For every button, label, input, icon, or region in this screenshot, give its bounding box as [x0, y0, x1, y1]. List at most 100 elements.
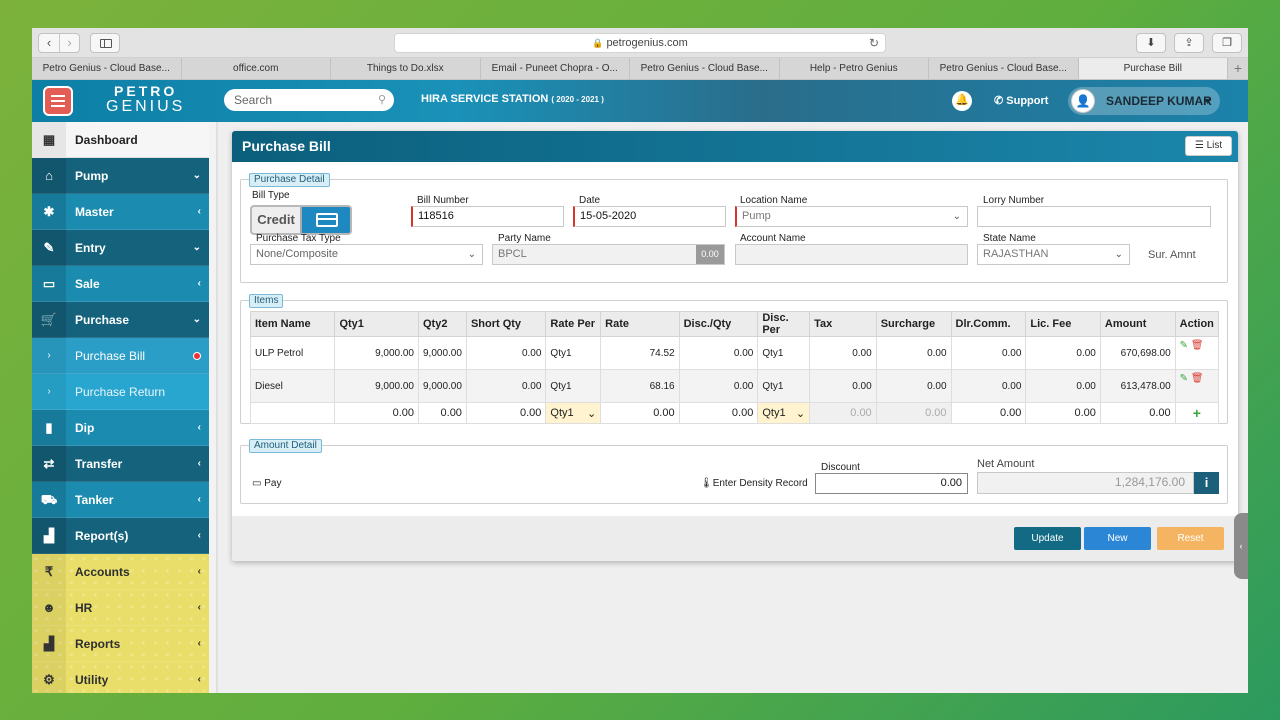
sidebar-item-tanker[interactable]: ⛟ Tanker ‹	[32, 482, 209, 518]
entry-input[interactable]: 0.00	[600, 402, 680, 424]
browser-tab[interactable]: Help - Petro Genius	[780, 58, 929, 79]
sidebar-toggle-icon[interactable]	[90, 33, 120, 53]
asterisk-icon: ✱	[32, 194, 66, 230]
table-cell: 613,478.00	[1099, 369, 1176, 403]
entry-input[interactable]: 0.00	[1025, 402, 1101, 424]
chevron-down-icon: ⌄	[192, 314, 201, 325]
add-icon[interactable]: +	[1193, 405, 1201, 421]
sidebar-item-dashboard[interactable]: ▦ Dashboard	[32, 122, 209, 158]
party-name-input[interactable]: BPCL 0.00	[492, 244, 725, 265]
sur-amnt-label: Sur. Amnt	[1148, 249, 1196, 261]
sidebar-item-label: Purchase Bill	[75, 349, 146, 363]
sidebar-item-utility[interactable]: ⚙ Utility ‹	[32, 662, 209, 693]
table-cell: 0.00	[809, 369, 877, 403]
table-cell: 0.00	[809, 336, 877, 370]
share-icon[interactable]: ⇪	[1174, 33, 1204, 53]
sidebar-item-label: Entry	[75, 241, 106, 255]
unit-select[interactable]: Qty1 ⌄	[757, 402, 811, 424]
sidebar-item-entry[interactable]: ✎ Entry ⌄	[32, 230, 209, 266]
column-header: Surcharge	[875, 311, 952, 337]
pay-link[interactable]: ▭ Pay	[252, 478, 281, 489]
table-cell: Qty1	[757, 336, 811, 370]
table-cell: Qty1	[757, 369, 811, 403]
search-input[interactable]: Search ⚲	[224, 89, 394, 111]
info-icon[interactable]: i	[1194, 472, 1219, 494]
entry-input[interactable]: 0.00	[418, 402, 467, 424]
sidebar-item-label: Tanker	[75, 493, 114, 507]
delete-icon[interactable]: 🗑	[1191, 340, 1204, 351]
tax-type-select[interactable]: None/Composite ⌄	[250, 244, 483, 265]
sidebar-item-reports[interactable]: ▟ Reports ‹	[32, 626, 209, 662]
browser-tab[interactable]: Petro Genius - Cloud Base...	[32, 58, 182, 79]
table-header-row: Item Name Qty1 Qty2 Short Qty Rate Per Rate Di…	[249, 311, 1220, 337]
browser-tab-active[interactable]: Purchase Bill	[1078, 58, 1228, 79]
lorry-number-input[interactable]	[977, 206, 1211, 227]
edit-icon[interactable]: ✎	[1180, 373, 1188, 384]
table-cell: 0.00	[1025, 369, 1101, 403]
browser-tab[interactable]: Petro Genius - Cloud Base...	[929, 58, 1079, 79]
back-icon[interactable]: ‹	[39, 34, 59, 52]
column-header: Action	[1174, 311, 1220, 337]
chevron-left-icon: ‹	[197, 602, 201, 613]
bill-type-toggle[interactable]: Credit	[250, 205, 352, 235]
reset-button[interactable]: Reset	[1157, 527, 1224, 550]
browser-tab[interactable]: Things to Do.xlsx	[331, 58, 481, 79]
support-link[interactable]: ✆ Support	[994, 94, 1048, 107]
new-tab-icon[interactable]: +	[1228, 58, 1248, 79]
entry-input[interactable]	[249, 402, 336, 424]
sidebar-item-sale[interactable]: ▭ Sale ‹	[32, 266, 209, 302]
entry-input[interactable]: 0.00	[334, 402, 419, 424]
entry-input[interactable]: 0.00	[875, 402, 952, 424]
sidebar-item-hr[interactable]: ☻ HR ‹	[32, 590, 209, 626]
tabs-overview-icon[interactable]: ❐	[1212, 33, 1242, 53]
sidebar-item-accounts[interactable]: ₹ Accounts ‹	[32, 554, 209, 590]
location-select[interactable]: Pump ⌄	[735, 206, 968, 227]
update-button[interactable]: Update	[1014, 527, 1081, 550]
state-select[interactable]: RAJASTHAN ⌄	[977, 244, 1130, 265]
new-button[interactable]: New	[1084, 527, 1151, 550]
sidebar-item-transfer[interactable]: ⇄ Transfer ‹	[32, 446, 209, 482]
list-button[interactable]: ☰ List	[1185, 136, 1232, 156]
sidebar-item-purchase-return[interactable]: › Purchase Return	[32, 374, 209, 410]
unit-select[interactable]: Qty1 ⌄	[545, 402, 602, 424]
entry-input[interactable]: 0.00	[465, 402, 547, 424]
chevron-down-icon: ⌄	[795, 407, 806, 420]
collapse-handle-icon[interactable]: ‹	[1234, 513, 1248, 579]
download-icon[interactable]: ⬇	[1136, 33, 1166, 53]
table-cell: 670,698.00	[1099, 336, 1176, 370]
table-cell: 0.00	[1025, 336, 1101, 370]
chevron-down-icon: ⌄	[192, 170, 201, 181]
table-cell: 0.00	[950, 336, 1027, 370]
column-header: Disc./Qty	[678, 311, 759, 337]
sidebar-item-purchase-bill[interactable]: › Purchase Bill	[32, 338, 209, 374]
entry-input[interactable]: 0.00	[678, 402, 759, 424]
browser-tab[interactable]: office.com	[182, 58, 331, 79]
reload-icon[interactable]: ↻	[869, 34, 879, 52]
discount-input[interactable]: 0.00	[815, 473, 968, 494]
forward-icon[interactable]: ›	[59, 34, 79, 52]
sidebar-item-purchase[interactable]: 🛒 Purchase ⌄	[32, 302, 209, 338]
sidebar-item-pump[interactable]: ⌂ Pump ⌄	[32, 158, 209, 194]
bill-number-input[interactable]: 118516	[411, 206, 564, 227]
sidebar-item-report-s[interactable]: ▟ Report(s) ‹	[32, 518, 209, 554]
station-name: HIRA SERVICE STATION ( 2020 - 2021 )	[421, 93, 604, 105]
sidebar-item-dip[interactable]: ▮ Dip ‹	[32, 410, 209, 446]
density-record-link[interactable]: 🌡Enter Density Record	[700, 478, 808, 489]
account-name-input[interactable]	[735, 244, 968, 265]
entry-input[interactable]: 0.00	[950, 402, 1027, 424]
state-label: State Name	[983, 233, 1036, 244]
table-cell: Diesel	[249, 369, 336, 403]
entry-input[interactable]: 0.00	[1099, 402, 1176, 424]
user-menu[interactable]: 👤 SANDEEP KUMAR ▼	[1068, 87, 1220, 115]
edit-icon[interactable]: ✎	[1180, 340, 1188, 351]
bell-icon[interactable]: 🔔	[952, 91, 972, 111]
chevron-left-icon: ‹	[197, 566, 201, 577]
entry-input[interactable]: 0.00	[809, 402, 877, 424]
address-bar[interactable]: 🔒 petrogenius.com ↻	[394, 33, 886, 53]
sidebar-item-master[interactable]: ✱ Master ‹	[32, 194, 209, 230]
date-input[interactable]: 15-05-2020	[573, 206, 726, 227]
delete-icon[interactable]: 🗑	[1191, 373, 1204, 384]
hamburger-menu-icon[interactable]	[43, 86, 73, 116]
browser-tab[interactable]: Email - Puneet Chopra - O...	[481, 58, 630, 79]
browser-tab[interactable]: Petro Genius - Cloud Base...	[630, 58, 780, 79]
